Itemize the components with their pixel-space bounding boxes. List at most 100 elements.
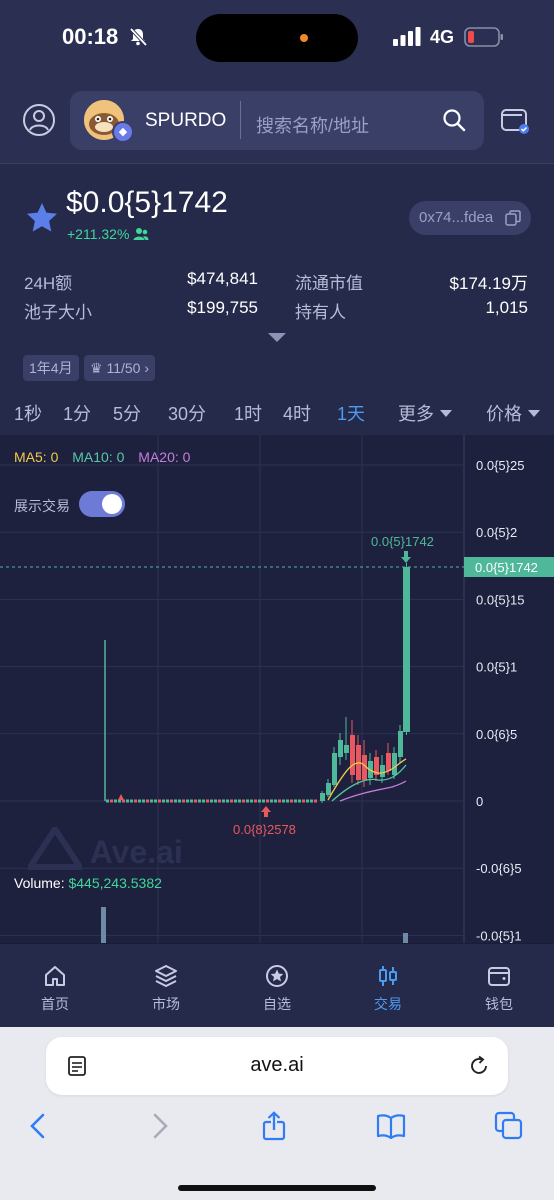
candle-body [332, 753, 337, 785]
ma20-line [339, 780, 407, 802]
show-trades-toggle[interactable] [79, 491, 125, 517]
candle-body [326, 783, 331, 795]
crown-icon: ♛ [90, 360, 103, 376]
candle-body [226, 799, 229, 803]
price-mode-button[interactable]: 价格 [486, 400, 540, 426]
timeframe-1s[interactable]: 1秒 [14, 400, 42, 426]
timeframe-1m[interactable]: 1分 [63, 400, 91, 426]
candle-body [320, 793, 325, 801]
stat-holders-label: 持有人 [295, 303, 346, 322]
volume-bar [101, 907, 106, 943]
search-bar[interactable]: ◆ SPURDO 搜索名称/地址 [70, 91, 484, 150]
stat-pool-size-label: 池子大小 [24, 303, 92, 322]
low-price-label: 0.0{8}2578 [233, 822, 296, 837]
address-bar[interactable]: ave.ai [46, 1037, 508, 1095]
recording-indicator [300, 34, 308, 42]
timeframe-1d[interactable]: 1天 [337, 400, 365, 426]
candle-body [166, 799, 169, 803]
stat-pool-size-value: $199,755 [187, 298, 258, 317]
ma-legend: MA5: 0 MA10: 0 MA20: 0 [14, 449, 190, 465]
reload-icon[interactable] [468, 1055, 490, 1077]
trade-marker [118, 794, 124, 800]
stat-market-cap-value: $174.19万 [449, 274, 528, 293]
wallet-icon [488, 967, 510, 986]
caret-down-icon [528, 410, 540, 417]
search-input[interactable]: 搜索名称/地址 [256, 112, 369, 138]
caret-down-icon [440, 410, 452, 417]
candle-body [258, 799, 261, 803]
bookmarks-icon[interactable] [376, 1111, 406, 1141]
candle-body [290, 799, 293, 803]
y-axis-tick-label: 0.0{5}1 [476, 660, 517, 675]
share-icon[interactable] [259, 1111, 289, 1141]
browser-toolbar: ave.ai [0, 1027, 554, 1200]
candle-body [154, 799, 157, 803]
expand-stats-button[interactable] [268, 333, 286, 342]
candle-body [114, 799, 117, 803]
tab-wallet[interactable]: 钱包 [444, 944, 554, 1028]
dynamic-island [196, 14, 358, 62]
rank-tag[interactable]: ♛ 11/50 › [84, 355, 156, 381]
tab-market[interactable]: 市场 [111, 944, 221, 1028]
candle-body [194, 799, 197, 803]
tab-favorites[interactable]: 自选 [222, 944, 332, 1028]
price-chart[interactable]: 0.0{5}25 0.0{5}2 0.0{5}15 0.0{5}1 0.0{6}5 0 -0… [0, 435, 554, 943]
timeframe-1h[interactable]: 1时 [234, 400, 262, 426]
wallet-connect-icon[interactable] [500, 105, 530, 135]
volume-bar [403, 933, 408, 943]
timeframe-5m[interactable]: 5分 [113, 400, 141, 426]
search-icon[interactable] [442, 108, 466, 132]
candle-body [278, 799, 281, 803]
candle-body [266, 799, 269, 803]
candle-body [110, 799, 113, 803]
candle-body [158, 799, 161, 803]
price-label: 价格 [486, 404, 522, 424]
home-indicator [178, 1185, 376, 1191]
back-icon[interactable] [24, 1111, 54, 1141]
candle-body [182, 799, 185, 803]
status-bar: 00:18 4G [0, 0, 554, 76]
search-divider [240, 101, 241, 139]
tab-favorites-label: 自选 [263, 996, 291, 1012]
tabs-icon[interactable] [494, 1111, 524, 1141]
candle-body [150, 799, 153, 803]
candle-body [134, 799, 137, 803]
candle-body [344, 745, 349, 753]
contract-address-button[interactable]: 0x74...fdea [409, 201, 531, 235]
forward-icon[interactable] [144, 1111, 174, 1141]
favorite-star-icon[interactable] [24, 200, 60, 236]
tab-trade-label: 交易 [374, 996, 402, 1012]
token-price: $0.0{5}1742 [66, 186, 228, 219]
candle-body [302, 799, 305, 803]
tab-home-label: 首页 [41, 996, 69, 1012]
tab-home[interactable]: 首页 [0, 944, 110, 1028]
candle-body [162, 799, 165, 803]
user-icon[interactable] [22, 103, 56, 137]
candle-body [274, 799, 277, 803]
y-axis-tick-label: -0.0{5}1 [476, 928, 522, 943]
candle-body [130, 799, 133, 803]
ma5-label: MA5: 0 [14, 449, 59, 465]
candle-body [170, 799, 173, 803]
tab-trade[interactable]: 交易 [333, 944, 443, 1028]
more-timeframes-button[interactable]: 更多 [398, 400, 452, 426]
y-axis-tick-label: 0.0{5}2 [476, 525, 517, 540]
candle-body [186, 799, 189, 803]
candle-body [146, 799, 149, 803]
timeframe-4h[interactable]: 4时 [283, 400, 311, 426]
candle-body [218, 799, 221, 803]
candle-body [246, 799, 249, 803]
timeframe-30m[interactable]: 30分 [168, 400, 206, 426]
candle-body [350, 735, 355, 775]
candle-body [294, 799, 297, 803]
candle-body [222, 799, 225, 803]
copy-icon[interactable] [505, 210, 521, 226]
chevron-right-icon: › [144, 360, 150, 376]
candle-body [210, 799, 213, 803]
candle-body [198, 799, 201, 803]
volume-readout: Volume: $445,243.5382 [14, 875, 162, 891]
candle-body [174, 799, 177, 803]
candle-body [286, 799, 289, 803]
status-time: 00:18 [62, 24, 119, 49]
ma10-label: MA10: 0 [72, 449, 125, 465]
